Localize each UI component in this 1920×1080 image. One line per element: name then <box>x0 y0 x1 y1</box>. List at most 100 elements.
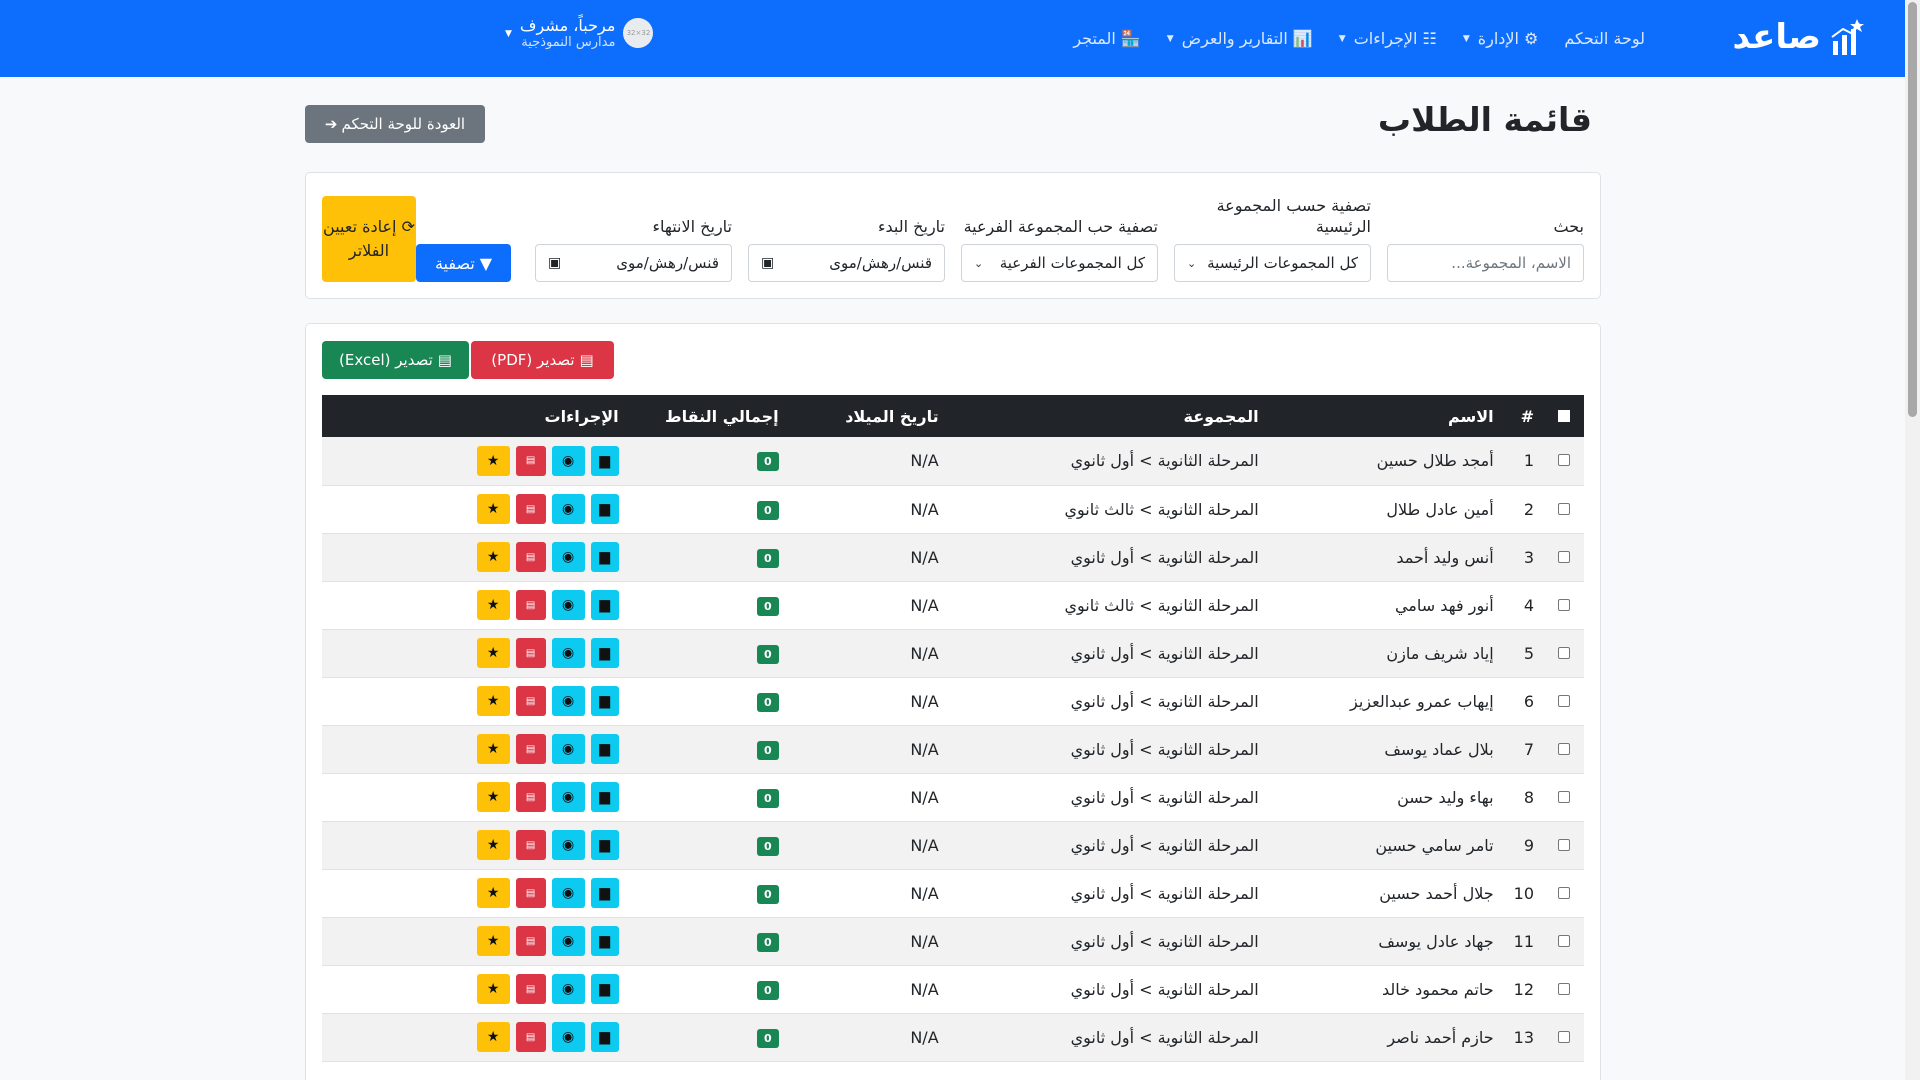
row-checkbox[interactable] <box>1558 982 1570 995</box>
document-icon[interactable]: ▆ <box>590 590 619 620</box>
row-checkbox[interactable] <box>1558 838 1570 851</box>
document-icon[interactable]: ▆ <box>590 926 619 956</box>
document-icon[interactable]: ▆ <box>590 734 619 764</box>
document-icon[interactable]: ▆ <box>590 830 619 860</box>
row-checkbox[interactable] <box>1558 694 1570 707</box>
eye-icon[interactable]: ◉ <box>551 974 585 1004</box>
eye-icon[interactable]: ◉ <box>551 878 585 908</box>
eye-icon[interactable]: ◉ <box>551 590 585 620</box>
eye-icon[interactable]: ◉ <box>551 494 585 524</box>
select-all-header[interactable] <box>1544 395 1584 437</box>
pdf-icon[interactable]: ▤ <box>515 494 546 524</box>
star-icon[interactable]: ★ <box>476 878 510 908</box>
pdf-icon[interactable]: ▤ <box>515 590 546 620</box>
row-checkbox[interactable] <box>1558 502 1570 515</box>
main-group-select[interactable]: كل المجموعات الرئيسية ⌄ <box>1174 244 1371 282</box>
pdf-icon[interactable]: ▤ <box>515 1022 546 1052</box>
star-icon[interactable]: ★ <box>476 542 510 572</box>
eye-icon[interactable]: ◉ <box>551 830 585 860</box>
row-checkbox-cell[interactable] <box>1544 677 1584 726</box>
reset-filters-button[interactable]: ⟳ إعادة تعيين الفلاتر <box>322 196 416 282</box>
nav-item-1[interactable]: ⚙ الإدارة ▼ <box>1463 29 1539 48</box>
document-icon[interactable]: ▆ <box>590 542 619 572</box>
star-icon[interactable]: ★ <box>476 734 510 764</box>
pdf-icon[interactable]: ▤ <box>515 542 546 572</box>
eye-icon[interactable]: ◉ <box>551 542 585 572</box>
document-icon[interactable]: ▆ <box>590 1022 619 1052</box>
export-excel-button[interactable]: ▤ تصدير (Excel) <box>322 341 469 379</box>
star-icon[interactable]: ★ <box>476 830 510 860</box>
row-checkbox-cell[interactable] <box>1544 629 1584 678</box>
row-checkbox-cell[interactable] <box>1544 533 1584 582</box>
start-date-input[interactable]: ﻗﻨﺲ/ﺭﻫﺶ/ﻣﻮﻯ ▣ <box>748 244 945 282</box>
star-icon[interactable]: ★ <box>476 494 510 524</box>
export-pdf-button[interactable]: ▤ تصدير (PDF) <box>471 341 614 379</box>
row-checkbox[interactable] <box>1558 742 1570 755</box>
row-checkbox[interactable] <box>1558 790 1570 803</box>
pdf-icon[interactable]: ▤ <box>515 974 546 1004</box>
eye-icon[interactable]: ◉ <box>551 926 585 956</box>
eye-icon[interactable]: ◉ <box>551 734 585 764</box>
document-icon[interactable]: ▆ <box>590 686 619 716</box>
nav-item-2[interactable]: ☷ الإجراءات ▼ <box>1339 29 1437 48</box>
user-menu[interactable]: 32×32 مرحباً، مشرف مدارس النموذجية ▼ <box>505 16 654 51</box>
page-scrollbar[interactable] <box>1905 0 1920 1080</box>
row-checkbox[interactable] <box>1558 934 1570 947</box>
document-icon[interactable]: ▆ <box>590 878 619 908</box>
pdf-icon[interactable]: ▤ <box>515 926 546 956</box>
pdf-icon[interactable]: ▤ <box>515 686 546 716</box>
row-checkbox-cell[interactable] <box>1544 917 1584 966</box>
star-icon[interactable]: ★ <box>476 1022 510 1052</box>
end-date-input[interactable]: ﻗﻨﺲ/ﺭﻫﺶ/ﻣﻮﻯ ▣ <box>535 244 732 282</box>
eye-icon[interactable]: ◉ <box>551 782 585 812</box>
eye-icon[interactable]: ◉ <box>551 445 585 476</box>
nav-item-3[interactable]: 📊 التقارير والعرض ▼ <box>1167 29 1313 48</box>
row-checkbox-cell[interactable] <box>1544 821 1584 870</box>
calendar-icon[interactable]: ▣ <box>548 255 561 271</box>
star-icon[interactable]: ★ <box>476 974 510 1004</box>
row-checkbox[interactable] <box>1558 550 1570 563</box>
star-icon[interactable]: ★ <box>476 638 510 668</box>
row-checkbox-cell[interactable] <box>1544 437 1584 486</box>
row-checkbox-cell[interactable] <box>1544 725 1584 774</box>
sub-group-select[interactable]: كل المجموعات الفرعية ⌄ <box>961 244 1158 282</box>
row-checkbox-cell[interactable] <box>1544 869 1584 918</box>
star-icon[interactable]: ★ <box>476 782 510 812</box>
star-icon[interactable]: ★ <box>476 590 510 620</box>
nav-item-4[interactable]: 🏪 المتجر <box>1073 29 1140 48</box>
document-icon[interactable]: ▆ <box>590 445 619 476</box>
row-checkbox[interactable] <box>1558 646 1570 659</box>
search-input[interactable]: الاسم، المجموعة... <box>1387 244 1584 282</box>
pdf-icon[interactable]: ▤ <box>515 782 546 812</box>
row-checkbox-cell[interactable] <box>1544 965 1584 1014</box>
pdf-icon[interactable]: ▤ <box>515 638 546 668</box>
row-checkbox-cell[interactable] <box>1544 581 1584 630</box>
row-checkbox-cell[interactable] <box>1544 485 1584 534</box>
filter-button[interactable]: ▼ تصفية <box>416 244 511 282</box>
back-to-dashboard-button[interactable]: العودة للوحة التحكم ➔ <box>305 105 485 143</box>
pdf-icon[interactable]: ▤ <box>515 878 546 908</box>
row-checkbox-cell[interactable] <box>1544 773 1584 822</box>
document-icon[interactable]: ▆ <box>590 782 619 812</box>
document-icon[interactable]: ▆ <box>590 974 619 1004</box>
row-checkbox-cell[interactable] <box>1544 1013 1584 1062</box>
star-icon[interactable]: ★ <box>476 926 510 956</box>
calendar-icon[interactable]: ▣ <box>761 255 774 271</box>
row-checkbox[interactable] <box>1558 1030 1570 1043</box>
brand[interactable]: صاعد <box>1733 17 1866 57</box>
nav-item-0[interactable]: لوحة التحكم <box>1564 29 1645 48</box>
star-icon[interactable]: ★ <box>476 445 510 476</box>
scrollbar-thumb[interactable] <box>1908 2 1917 417</box>
row-checkbox[interactable] <box>1558 886 1570 899</box>
eye-icon[interactable]: ◉ <box>551 686 585 716</box>
row-checkbox[interactable] <box>1558 454 1570 467</box>
pdf-icon[interactable]: ▤ <box>515 734 546 764</box>
pdf-icon[interactable]: ▤ <box>515 830 546 860</box>
pdf-icon[interactable]: ▤ <box>515 445 546 476</box>
star-icon[interactable]: ★ <box>476 686 510 716</box>
document-icon[interactable]: ▆ <box>590 638 619 668</box>
eye-icon[interactable]: ◉ <box>551 1022 585 1052</box>
document-icon[interactable]: ▆ <box>590 494 619 524</box>
select-all-checkbox[interactable] <box>1558 409 1570 422</box>
row-checkbox[interactable] <box>1558 598 1570 611</box>
